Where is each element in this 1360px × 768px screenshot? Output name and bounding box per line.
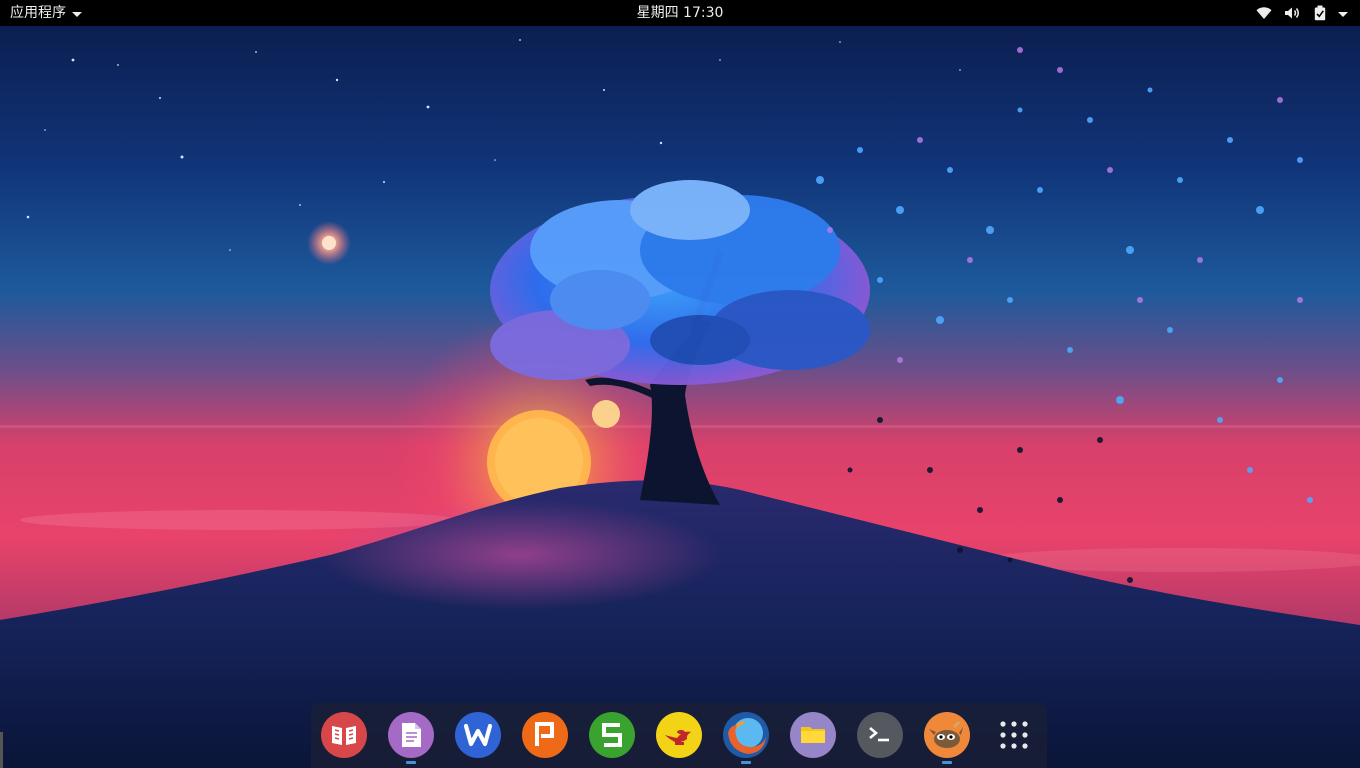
dock <box>311 703 1047 768</box>
writer-icon <box>455 712 501 758</box>
terminal-icon <box>857 712 903 758</box>
running-indicator <box>406 761 416 764</box>
wifi-icon <box>1256 7 1272 19</box>
dock-item-gimp[interactable] <box>923 711 971 764</box>
applications-menu-label: 应用程序 <box>10 5 66 21</box>
dock-item-genie[interactable] <box>655 711 703 759</box>
chevron-down-icon <box>72 11 82 17</box>
firefox-icon <box>723 712 769 758</box>
spreadsheet-icon <box>589 712 635 758</box>
system-status-area[interactable] <box>1256 0 1348 26</box>
gimp-icon <box>924 712 970 758</box>
system-menu-caret-icon <box>1338 11 1348 17</box>
presentation-icon <box>522 712 568 758</box>
magic-lamp-icon <box>656 712 702 758</box>
wallpaper <box>0 0 1360 768</box>
dock-item-wps-presentation[interactable] <box>521 711 569 759</box>
dock-item-wps-writer[interactable] <box>454 711 502 759</box>
applications-menu[interactable]: 应用程序 <box>10 0 82 26</box>
clock[interactable]: 星期四 17:30 <box>580 0 780 26</box>
show-applications-button[interactable] <box>990 711 1038 759</box>
book-icon <box>321 712 367 758</box>
dock-item-wps-spreadsheet[interactable] <box>588 711 636 759</box>
desktop: 应用程序 星期四 17:30 <box>0 0 1360 768</box>
dock-item-text-editor[interactable] <box>387 711 435 764</box>
dock-item-files[interactable] <box>789 711 837 759</box>
dock-item-terminal[interactable] <box>856 711 904 759</box>
running-indicator <box>942 761 952 764</box>
folder-icon <box>790 712 836 758</box>
document-icon <box>388 712 434 758</box>
top-bar: 应用程序 星期四 17:30 <box>0 0 1360 26</box>
dock-item-firefox[interactable] <box>722 711 770 764</box>
volume-icon <box>1285 7 1299 19</box>
dock-item-book-reader[interactable] <box>320 711 368 759</box>
screen-edge-handle <box>0 732 3 768</box>
running-indicator <box>741 761 751 764</box>
battery-icon <box>1314 5 1326 21</box>
app-grid-icon <box>1000 721 1028 749</box>
